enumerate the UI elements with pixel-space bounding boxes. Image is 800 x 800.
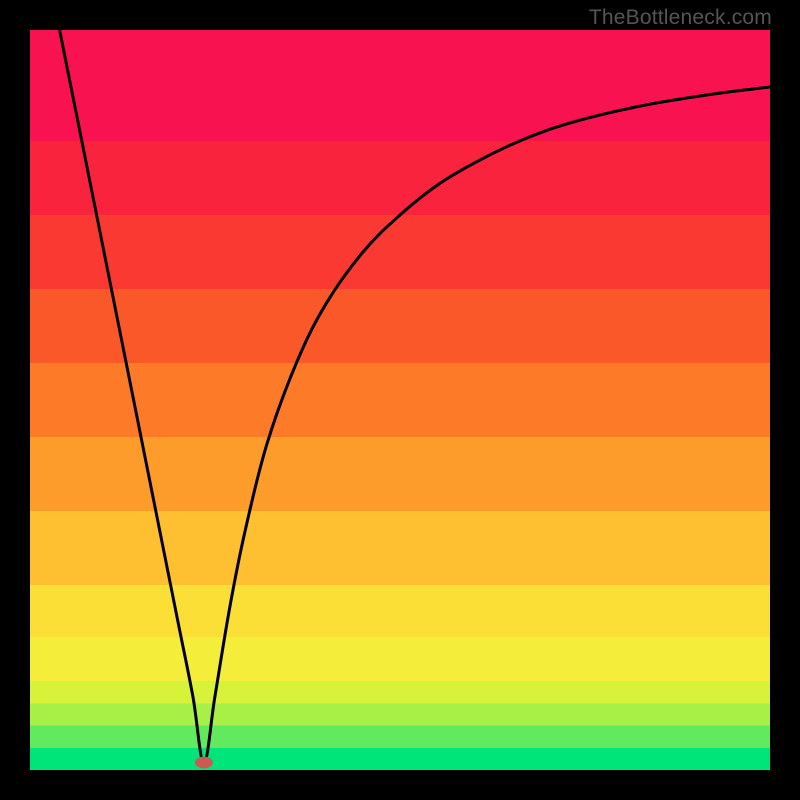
gradient-background <box>30 30 770 770</box>
plot-area <box>30 30 770 770</box>
chart-frame: TheBottleneck.com <box>0 0 800 800</box>
minimum-marker <box>195 757 213 769</box>
watermark-text: TheBottleneck.com <box>589 6 772 30</box>
chart-canvas <box>30 30 770 770</box>
